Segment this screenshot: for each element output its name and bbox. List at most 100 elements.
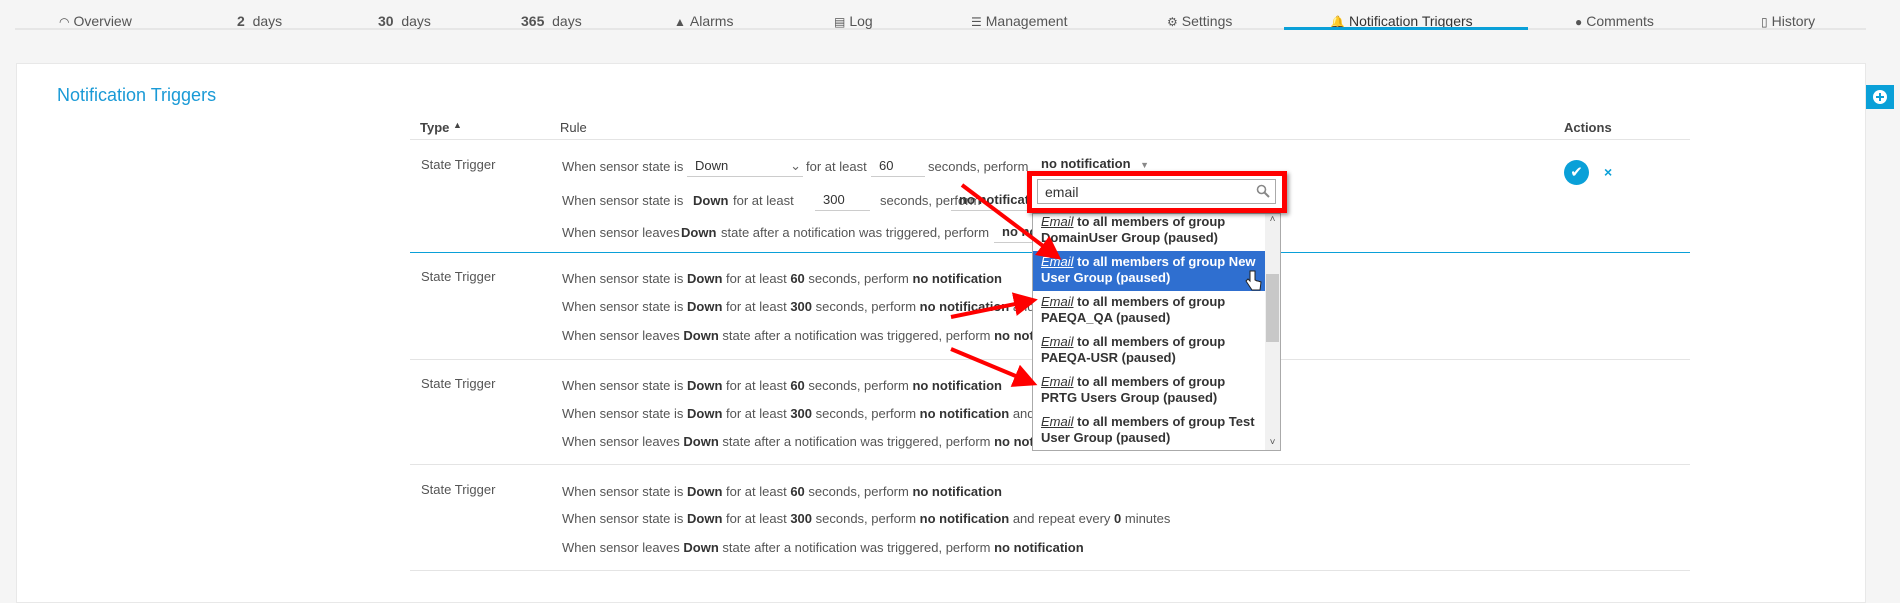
rule-value: no noti bbox=[994, 434, 1038, 449]
option-label: to all members of group New User Group (… bbox=[1041, 254, 1256, 285]
rule-text: When sensor leaves bbox=[562, 328, 684, 343]
tab-management[interactable]: ☰ Management bbox=[971, 13, 1067, 29]
tab-label: Alarms bbox=[689, 13, 734, 29]
dropdown-search-input[interactable] bbox=[1037, 179, 1276, 204]
close-icon: × bbox=[1604, 164, 1613, 180]
rule-text: for at least bbox=[806, 159, 867, 174]
header-divider bbox=[410, 139, 1690, 140]
page-title: Notification Triggers bbox=[57, 85, 217, 105]
action-select-open[interactable]: no notification ▼ bbox=[1041, 156, 1149, 171]
rule-text: seconds, perform bbox=[812, 406, 920, 421]
option-type: Email bbox=[1041, 254, 1074, 269]
rule-value: Down bbox=[687, 299, 723, 314]
rule-text: seconds, perform bbox=[804, 271, 913, 286]
dropdown-option[interactable]: Email to all members of group PAEQA-USR … bbox=[1033, 331, 1266, 371]
tab-history[interactable]: ▯ History bbox=[1761, 13, 1815, 29]
rule-value: Down bbox=[687, 484, 723, 499]
rule-text: seconds, perform bbox=[812, 299, 920, 314]
column-header-type[interactable]: Type ▲ bbox=[420, 120, 462, 135]
scroll-up-icon[interactable]: ˄ bbox=[1265, 214, 1280, 225]
rule-text: When sensor state is bbox=[562, 511, 687, 526]
rule-text: When sensor state is bbox=[562, 159, 684, 174]
save-button[interactable]: ✔ bbox=[1564, 160, 1589, 185]
add-trigger-button[interactable] bbox=[1866, 85, 1894, 109]
tab-30-days[interactable]: 30 days bbox=[378, 13, 431, 29]
action-select[interactable]: no no bbox=[994, 223, 1034, 243]
rule-text: When sensor state is bbox=[562, 271, 687, 286]
rule-value: no notification bbox=[919, 511, 1010, 526]
dropdown-option[interactable]: Email to all members of group New User G… bbox=[1033, 251, 1266, 291]
dropdown-option[interactable]: Email to all members of group PAEQA_QA (… bbox=[1033, 291, 1266, 331]
rule-text: When sensor state is bbox=[562, 299, 687, 314]
caret-down-icon: ▼ bbox=[1140, 160, 1150, 170]
rule-text: for at least bbox=[733, 193, 794, 208]
rule-value: Down bbox=[683, 540, 719, 555]
rule-value: 300 bbox=[790, 406, 813, 421]
rule-line: When sensor state is Down for at least 6… bbox=[562, 378, 1002, 393]
dropdown-option[interactable]: Email to all members of group Test User … bbox=[1033, 411, 1266, 450]
option-type: Email bbox=[1041, 214, 1074, 229]
tab-number: 30 bbox=[378, 13, 394, 29]
rule-text: for at least bbox=[722, 299, 791, 314]
notification-dropdown-list[interactable]: Email to all members of group DomainUser… bbox=[1032, 213, 1281, 451]
tab-number: 2 bbox=[237, 13, 245, 29]
rule-text: When sensor leaves bbox=[562, 434, 684, 449]
rule-text: When sensor state is bbox=[562, 484, 687, 499]
chevron-down-icon: ⌄ bbox=[790, 158, 801, 173]
hand-cursor-icon bbox=[1245, 270, 1262, 291]
state-select[interactable]: Down ⌄ bbox=[687, 157, 803, 177]
rule-state: Down bbox=[693, 193, 729, 208]
tab-label: days bbox=[552, 13, 582, 29]
action-select[interactable]: no notificati bbox=[951, 191, 1031, 211]
rule-text: seconds, perform bbox=[928, 159, 1029, 174]
seconds-input[interactable]: 60 bbox=[871, 157, 925, 177]
rule-line: When sensor state is Down for at least 3… bbox=[562, 511, 1170, 526]
tab-365-days[interactable]: 365 days bbox=[521, 13, 582, 29]
rule-text: for at least bbox=[722, 406, 791, 421]
tab-label: Management bbox=[985, 13, 1068, 29]
rule-text: When sensor state is bbox=[562, 378, 687, 393]
rule-value: 60 bbox=[790, 484, 805, 499]
tab-label: Settings bbox=[1181, 13, 1233, 29]
rule-text: state after a notification was triggered… bbox=[718, 540, 995, 555]
rule-value: 60 bbox=[790, 271, 805, 286]
rule-text: state after a notification was triggered… bbox=[718, 434, 995, 449]
tab-label: days bbox=[401, 13, 431, 29]
rule-value: Down bbox=[687, 378, 723, 393]
rule-value: 300 bbox=[790, 299, 813, 314]
gauge-icon: ◠ bbox=[59, 15, 70, 29]
tab-label: Log bbox=[849, 13, 873, 29]
tab-2-days[interactable]: 2 days bbox=[237, 13, 282, 29]
tab-comments[interactable]: ● Comments bbox=[1575, 13, 1654, 29]
scrollbar-thumb[interactable] bbox=[1266, 274, 1279, 342]
rule-text: state after a notification was triggered… bbox=[721, 225, 990, 240]
option-type: Email bbox=[1041, 414, 1074, 429]
dropdown-option[interactable]: Email to all members of group PRTG Users… bbox=[1033, 371, 1266, 411]
tab-settings[interactable]: ⚙ Settings bbox=[1167, 13, 1232, 29]
rule-text: for at least bbox=[722, 378, 791, 393]
cancel-button[interactable]: × bbox=[1604, 164, 1612, 180]
seconds-input[interactable]: 300 bbox=[815, 191, 870, 211]
rule-value: 60 bbox=[790, 378, 805, 393]
list-icon: ▤ bbox=[834, 15, 846, 29]
tab-number: 365 bbox=[521, 13, 545, 29]
trigger-type: State Trigger bbox=[421, 269, 496, 284]
rule-text: When sensor state is bbox=[562, 406, 687, 421]
gear-icon: ⚙ bbox=[1167, 15, 1178, 29]
rule-value: Down bbox=[687, 406, 723, 421]
tab-log[interactable]: ▤ Log bbox=[834, 13, 873, 29]
tab-alarms[interactable]: ▲ Alarms bbox=[674, 13, 733, 29]
dropdown-option[interactable]: Email to all members of group DomainUser… bbox=[1033, 214, 1266, 251]
trigger-type: State Trigger bbox=[421, 482, 496, 497]
scrollbar[interactable]: ˄ ˅ bbox=[1265, 214, 1280, 450]
tab-label: Overview bbox=[73, 13, 132, 29]
tab-overview[interactable]: ◠ Overview bbox=[59, 13, 132, 29]
scroll-down-icon[interactable]: ˅ bbox=[1265, 437, 1280, 448]
clipboard-icon: ▯ bbox=[1761, 15, 1768, 29]
active-tab-underline bbox=[1284, 27, 1528, 30]
plus-circle-icon bbox=[1873, 90, 1887, 104]
rule-text: When sensor leaves bbox=[562, 540, 684, 555]
trigger-type: State Trigger bbox=[421, 376, 496, 391]
rule-value: no notification bbox=[994, 540, 1084, 555]
warning-icon: ▲ bbox=[674, 15, 686, 29]
